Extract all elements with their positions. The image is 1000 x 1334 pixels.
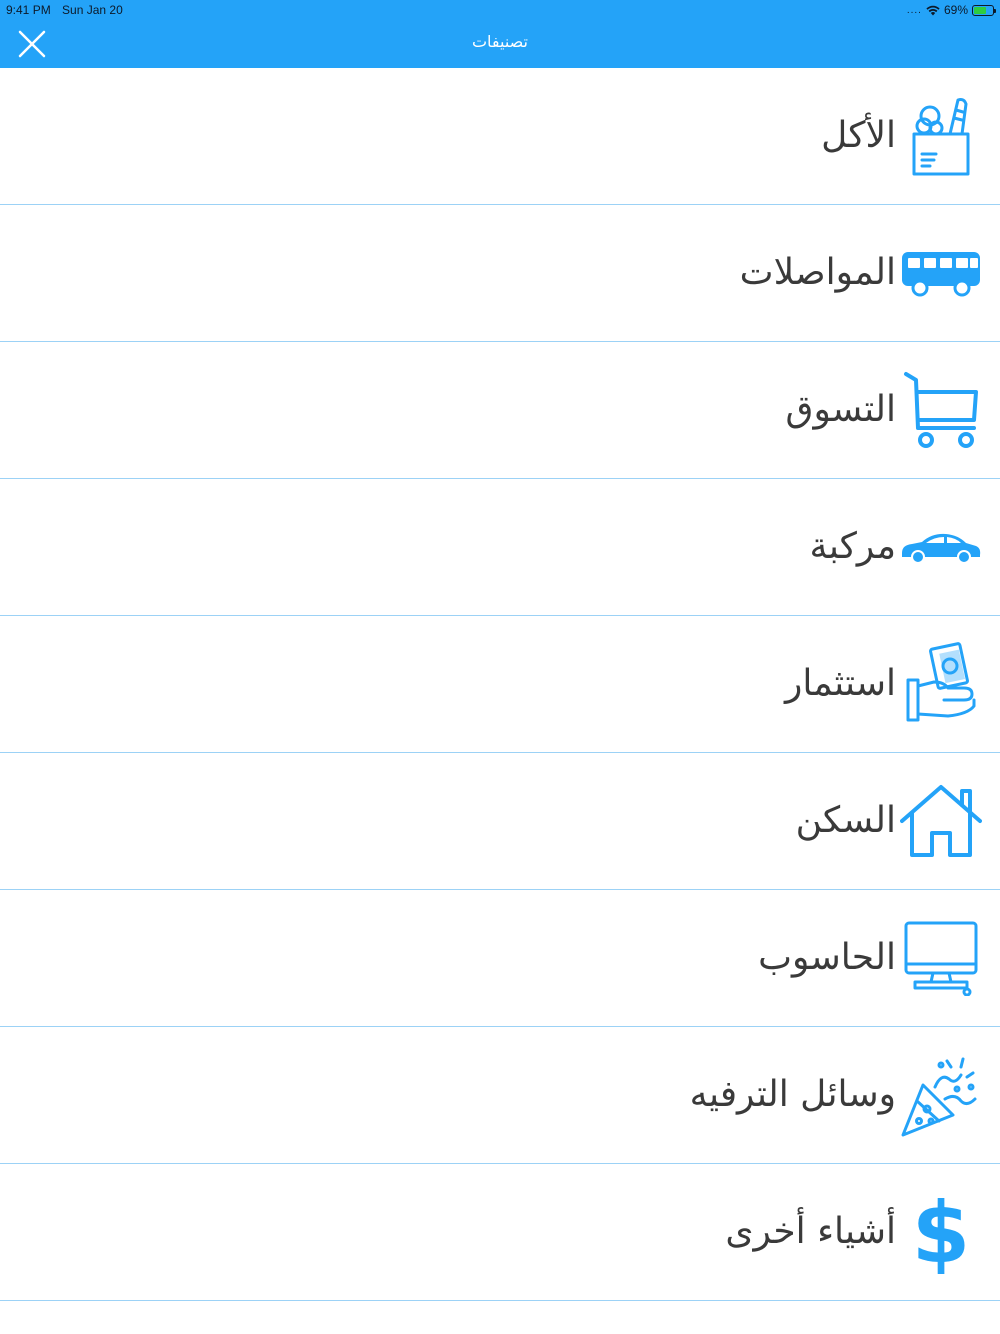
category-label: استثمار: [784, 663, 896, 704]
category-row-food[interactable]: الأكل: [0, 68, 1000, 205]
category-row-transport[interactable]: المواصلات: [0, 205, 1000, 342]
category-label: أشياء أخرى: [725, 1211, 896, 1252]
category-label: المواصلات: [739, 252, 896, 293]
battery-icon: [972, 4, 996, 16]
page-title: تصنيفات: [471, 32, 528, 51]
battery-level: [974, 6, 987, 14]
category-row-computer[interactable]: الحاسوب: [0, 890, 1000, 1027]
category-row-investment[interactable]: استثمار: [0, 616, 1000, 753]
battery-percent: 69%: [943, 3, 968, 17]
category-row-vehicle[interactable]: مركبة: [0, 479, 1000, 616]
category-row-other[interactable]: $ أشياء أخرى: [0, 1164, 1000, 1301]
car-icon: [902, 533, 981, 564]
dollar-icon: $: [912, 1190, 970, 1274]
category-label: التسوق: [785, 389, 896, 430]
category-label: السكن: [795, 800, 896, 841]
grocery-bag-icon: [912, 98, 970, 176]
svg-text:$: $: [912, 1190, 970, 1274]
money-hand-icon: [906, 642, 976, 722]
category-label: مركبة: [809, 526, 896, 567]
shopping-cart-icon: [904, 372, 978, 448]
category-label: وسائل الترفيه: [689, 1074, 896, 1115]
category-label: الأكل: [821, 115, 896, 156]
category-list: الأكل المواصلات التسوق مركبة استثمار الس…: [0, 68, 1000, 1301]
computer-icon: [904, 921, 978, 996]
header-bar: 9:41 PM Sun Jan 20 .... 69% تصنيفات: [0, 0, 1000, 68]
wifi-icon: [926, 5, 940, 15]
status-time: 9:41 PM: [6, 3, 51, 17]
category-row-housing[interactable]: السكن: [0, 753, 1000, 890]
category-row-entertainment[interactable]: وسائل الترفيه: [0, 1027, 1000, 1164]
bus-icon: [902, 252, 980, 297]
category-label: الحاسوب: [758, 937, 896, 978]
status-date: Sun Jan 20: [62, 3, 123, 17]
status-bar: 9:41 PM Sun Jan 20 .... 69%: [0, 0, 1000, 20]
category-row-shopping[interactable]: التسوق: [0, 342, 1000, 479]
party-popper-icon: [901, 1057, 977, 1137]
cellular-signal-icon: ....: [906, 4, 922, 16]
house-icon: [900, 785, 982, 857]
